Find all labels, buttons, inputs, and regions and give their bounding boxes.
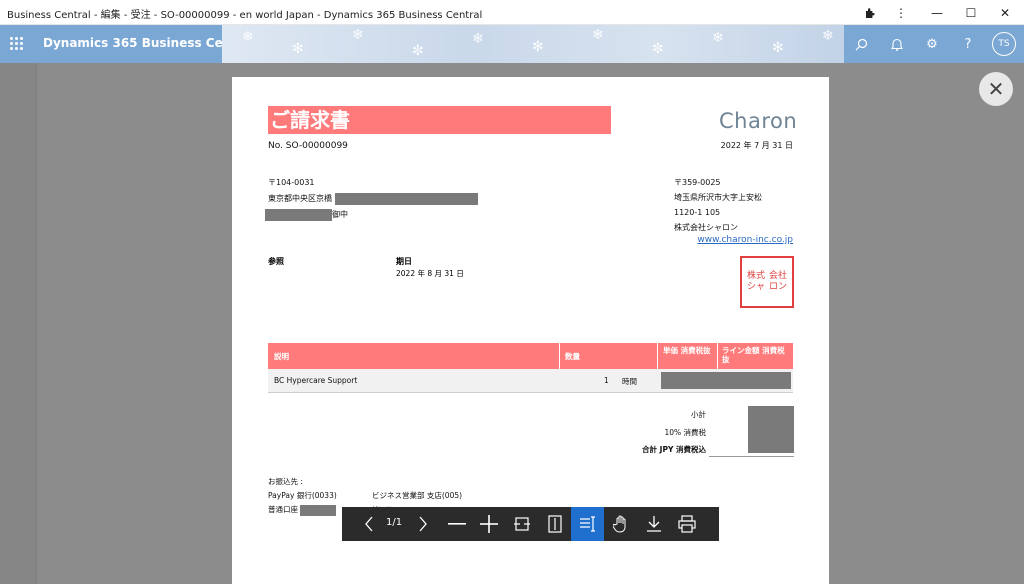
company-website-link[interactable]: www.charon-inc.co.jp <box>697 235 793 245</box>
tax-label: 10% 消費税 <box>664 428 706 437</box>
page-indicator: 1/1 <box>386 517 403 528</box>
line-items-header: 説明 数量 単価 消費税抜 ライン金額 消費税抜 <box>268 343 793 369</box>
invoice-number: No. SO-00000099 <box>268 141 348 151</box>
vertical-ellipsis-icon[interactable]: ⋮ <box>884 0 918 25</box>
pdf-toolbar: 1/1 <box>342 507 719 541</box>
bank-info: お振込先 : PayPay 銀行(0033) 普通口座 <box>268 475 337 517</box>
bill-to-suffix: 御中 <box>332 210 348 219</box>
pan-hand-icon[interactable] <box>604 507 637 541</box>
table-row: BC Hypercare Support 1 時間 <box>268 369 793 393</box>
bill-to-address: 〒104-0031 東京都中央区京橋 御中 <box>265 175 478 223</box>
window-title: Business Central - 編集 - 受注 - SO-00000099… <box>7 10 483 21</box>
due-date-label: 期日 <box>396 257 412 266</box>
text-select-icon[interactable] <box>571 507 604 541</box>
reference-label: 参照 <box>268 257 284 266</box>
company-seal-stamp: 株式 会社 シャ ロン <box>740 256 794 308</box>
redacted-block <box>748 406 794 453</box>
fit-page-icon[interactable] <box>538 507 571 541</box>
help-icon[interactable]: ? <box>958 34 978 54</box>
redacted-block <box>334 192 478 205</box>
close-window-button[interactable]: ✕ <box>988 0 1022 25</box>
prev-page-icon[interactable] <box>356 507 382 541</box>
redacted-block <box>300 504 337 516</box>
user-avatar[interactable]: TS <box>992 32 1016 56</box>
window-titlebar: Business Central - 編集 - 受注 - SO-00000099… <box>0 0 1024 25</box>
sender-company: 株式会社シャロン <box>674 223 738 232</box>
sender-postal: 〒359-0025 <box>674 178 721 187</box>
bill-to-street: 東京都中央区京橋 <box>268 194 332 203</box>
minimize-button[interactable]: — <box>920 0 954 25</box>
app-bar: Dynamics 365 Business Central ❄ ✻ ❄ ✼ ❄ ✻ ❄… <box>0 25 1024 63</box>
search-icon[interactable] <box>851 34 871 54</box>
bell-icon[interactable] <box>887 34 907 54</box>
bank-branch: ビジネス営業部 支店(005) <box>372 491 463 500</box>
bank-heading: お振込先 : <box>268 477 303 486</box>
bank-name: PayPay 銀行(0033) <box>268 491 337 500</box>
close-preview-button[interactable]: ✕ <box>979 72 1013 106</box>
print-icon[interactable] <box>670 507 703 541</box>
row-unit: 時間 <box>622 377 637 386</box>
col-quantity: 数量 <box>565 352 580 361</box>
puzzle-icon[interactable] <box>853 0 887 25</box>
col-unit-price: 単価 消費税抜 <box>663 346 711 355</box>
row-quantity: 1 <box>604 376 609 385</box>
redacted-block <box>265 208 332 221</box>
grand-total-label: 合計 JPY 消費税込 <box>642 445 706 454</box>
company-logo: Charon <box>719 109 798 133</box>
row-description: BC Hypercare Support <box>274 376 358 385</box>
zoom-out-icon[interactable] <box>440 507 473 541</box>
download-icon[interactable] <box>637 507 670 541</box>
account-type: 普通口座 <box>268 505 298 514</box>
redacted-block <box>661 372 791 389</box>
invoice-title: ご請求書 <box>268 106 611 134</box>
issue-date: 2022 年 7 月 31 日 <box>720 141 793 150</box>
due-date-value: 2022 年 8 月 31 日 <box>396 269 464 278</box>
subtotal-label: 小計 <box>691 410 706 419</box>
app-launcher-icon[interactable] <box>10 37 24 51</box>
snow-banner: ❄ ✻ ❄ ✼ ❄ ✻ ❄ ✼ ❄ ✻ ❄ <box>222 25 844 63</box>
bill-to-postal: 〒104-0031 <box>268 178 315 187</box>
col-description: 説明 <box>274 352 289 361</box>
sender-address-line2: 1120-1 105 <box>674 208 721 217</box>
next-page-icon[interactable] <box>410 507 436 541</box>
sender-address-line1: 埼玉県所沢市大字上安松 <box>674 193 762 202</box>
col-line-amount: ライン金額 消費税抜 <box>722 346 785 364</box>
fit-width-icon[interactable] <box>505 507 538 541</box>
maximize-button[interactable]: ☐ <box>954 0 988 25</box>
sender-address: 〒359-0025 埼玉県所沢市大字上安松 1120-1 105 株式会社シャロ… <box>674 175 762 235</box>
gear-icon[interactable]: ⚙ <box>922 34 942 54</box>
zoom-in-icon[interactable] <box>472 507 505 541</box>
